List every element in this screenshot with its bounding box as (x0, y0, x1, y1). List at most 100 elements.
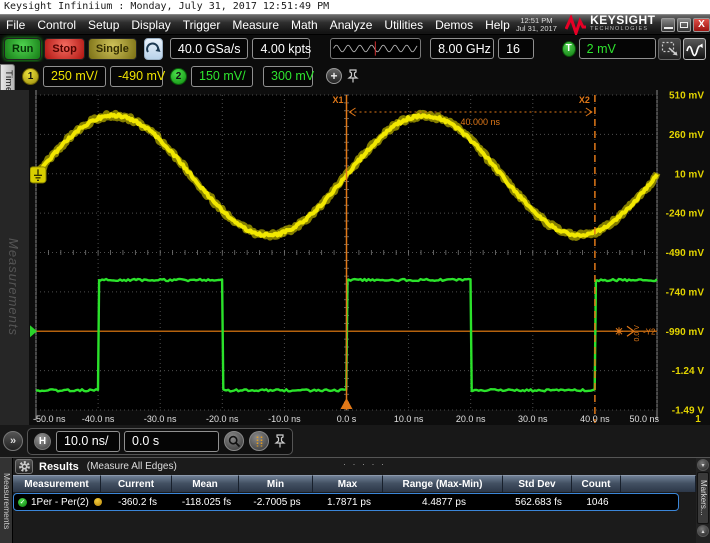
keysight-spark-icon (565, 15, 587, 35)
y-axis-label: -240 mV (666, 209, 705, 220)
sample-rate-field[interactable]: 40.0 GSa/s (170, 38, 249, 59)
col-current[interactable]: Current (101, 475, 172, 492)
trigger-badge[interactable]: T (562, 41, 576, 57)
x-axis-label: -30.0 ns (144, 414, 177, 424)
pin-icon[interactable] (274, 433, 286, 449)
keysight-logo: KEYSIGHT TECHNOLOGIES (565, 15, 655, 35)
minimize-button[interactable] (661, 18, 675, 32)
menu-measure[interactable]: Measure (226, 18, 285, 32)
x-axis-channel-indicator: 1 (695, 414, 701, 425)
menu-file[interactable]: File (0, 18, 31, 32)
zoom-button[interactable] (224, 431, 244, 451)
channel-2-scale-field[interactable]: 150 mV/ (191, 66, 253, 87)
bits-field[interactable]: 16 (498, 38, 534, 59)
single-button[interactable]: Single (88, 38, 137, 60)
measurement-count: 1046 (573, 497, 622, 508)
menu-utilities[interactable]: Utilities (378, 18, 429, 32)
main-plot-area: Measurements X1X240.000 ns0.0 V-Y2510 mV… (0, 90, 710, 425)
x-axis-label: -20.0 ns (206, 414, 239, 424)
magnifier-icon (228, 435, 241, 448)
waveform-arrow-icon (686, 41, 704, 57)
bandwidth-field[interactable]: 8.00 GHz (430, 38, 494, 59)
y-axis-label: -1.24 V (672, 366, 705, 377)
menu-control[interactable]: Control (31, 18, 82, 32)
autoscale-button[interactable] (683, 38, 706, 60)
tab-markers[interactable]: Markers... (697, 472, 709, 524)
menu-math[interactable]: Math (285, 18, 324, 32)
add-channel-button[interactable]: + (326, 68, 342, 84)
menu-analyze[interactable]: Analyze (324, 18, 379, 32)
memory-depth-field[interactable]: 4.00 kpts (252, 38, 310, 59)
menu-setup[interactable]: Setup (82, 18, 125, 32)
acquisition-toolbar: Run Stop Single 40.0 GSa/s 4.00 kpts 8.0… (0, 35, 710, 62)
y-axis-label: -740 mV (666, 287, 705, 298)
clock: 12:51 PM Jul 31, 2017 (516, 17, 557, 33)
acquisition-preview[interactable] (330, 38, 421, 59)
timebase-field[interactable]: 10.0 ns/ (56, 431, 120, 452)
delay-field[interactable]: 0.0 s (124, 431, 219, 452)
menu-help[interactable]: Help (479, 18, 516, 32)
channel-1-scale-field[interactable]: 250 mV/ (43, 66, 106, 87)
clock-date: Jul 31, 2017 (516, 25, 557, 33)
run-button[interactable]: Run (4, 38, 41, 60)
expand-sidebar-button[interactable]: » (3, 431, 23, 451)
channel-1-offset-field[interactable]: -490 mV (110, 66, 163, 87)
drag-handle[interactable]: · · · · · (343, 459, 386, 469)
menu-bar: File Control Setup Display Trigger Measu… (0, 14, 710, 35)
trigger-level-field[interactable]: 2 mV (579, 38, 656, 59)
menu-display[interactable]: Display (125, 18, 176, 32)
measurement-row[interactable]: ✓ 1Per - Per(2) -360.2 fs -118.025 fs -2… (13, 493, 679, 511)
channel-1-badge[interactable]: 1 (22, 68, 39, 85)
cursor-delta-label: 40.000 ns (461, 117, 501, 127)
zoom-region-icon (661, 41, 679, 57)
svg-text:0.0 V: 0.0 V (634, 325, 641, 342)
channel-2-offset-field[interactable]: 300 mV (263, 66, 313, 87)
col-stddev[interactable]: Std Dev (503, 475, 572, 492)
gear-icon (18, 460, 31, 473)
measurement-name: 1Per - Per(2) (31, 497, 89, 508)
measurement-current: -360.2 fs (102, 497, 173, 508)
menu-trigger[interactable]: Trigger (177, 18, 227, 32)
stop-button[interactable]: Stop (44, 38, 84, 60)
results-right-rail: ▾ Markers... ▴ (696, 458, 710, 543)
y-axis-label: 510 mV (669, 91, 704, 102)
restore-button[interactable] (677, 18, 691, 32)
results-settings-button[interactable] (15, 459, 33, 474)
cursors-button[interactable] (249, 431, 269, 451)
col-min[interactable]: Min (239, 475, 313, 492)
col-measurement[interactable]: Measurement (13, 475, 101, 492)
col-range[interactable]: Range (Max-Min) (383, 475, 503, 492)
x-axis-label: -50.0 ns (33, 414, 66, 424)
svg-text:-Y2: -Y2 (643, 327, 656, 336)
waveform-plot[interactable]: X1X240.000 ns0.0 V-Y2510 mV260 mV10 mV-2… (30, 90, 710, 425)
horizontal-badge[interactable]: H (34, 433, 51, 450)
x-axis-label: 50.0 ns (629, 414, 659, 424)
col-max[interactable]: Max (313, 475, 383, 492)
zoom-region-button[interactable] (658, 38, 681, 60)
chevron-down-icon[interactable]: ▾ (697, 459, 709, 471)
x-axis-label: 10.0 ns (394, 414, 424, 424)
channel-bar: 1 250 mV/ -490 mV 2 150 mV/ 300 mV + (0, 62, 710, 90)
results-subtitle: (Measure All Edges) (87, 461, 177, 472)
y-axis-label: -990 mV (666, 327, 705, 338)
menu-demos[interactable]: Demos (429, 18, 479, 32)
close-button[interactable]: X (693, 18, 710, 32)
measurement-range: 4.4877 ps (384, 497, 504, 508)
measurement-min: -2.7005 ps (240, 497, 314, 508)
touch-gesture-icon (145, 41, 161, 57)
measurement-stddev: 562.683 fs (504, 497, 573, 508)
chevron-up-icon[interactable]: ▴ (697, 525, 709, 537)
col-count[interactable]: Count (572, 475, 621, 492)
pin-icon[interactable] (347, 68, 359, 84)
results-panel: Measurements Results (Measure All Edges)… (0, 457, 710, 543)
results-table-header: Measurement Current Mean Min Max Range (… (13, 475, 696, 492)
tab-measurements[interactable]: Measurements (0, 458, 13, 543)
measurement-enabled-icon: ✓ (18, 498, 27, 507)
x1-cursor-label: X1 (332, 95, 343, 105)
channel-2-badge[interactable]: 2 (170, 68, 187, 85)
results-title: Results (39, 461, 79, 473)
col-mean[interactable]: Mean (172, 475, 239, 492)
window-title: Keysight Infiniium : Monday, July 31, 20… (0, 0, 710, 14)
touch-button[interactable] (144, 38, 163, 60)
x-axis-label: 0.0 s (337, 414, 357, 424)
